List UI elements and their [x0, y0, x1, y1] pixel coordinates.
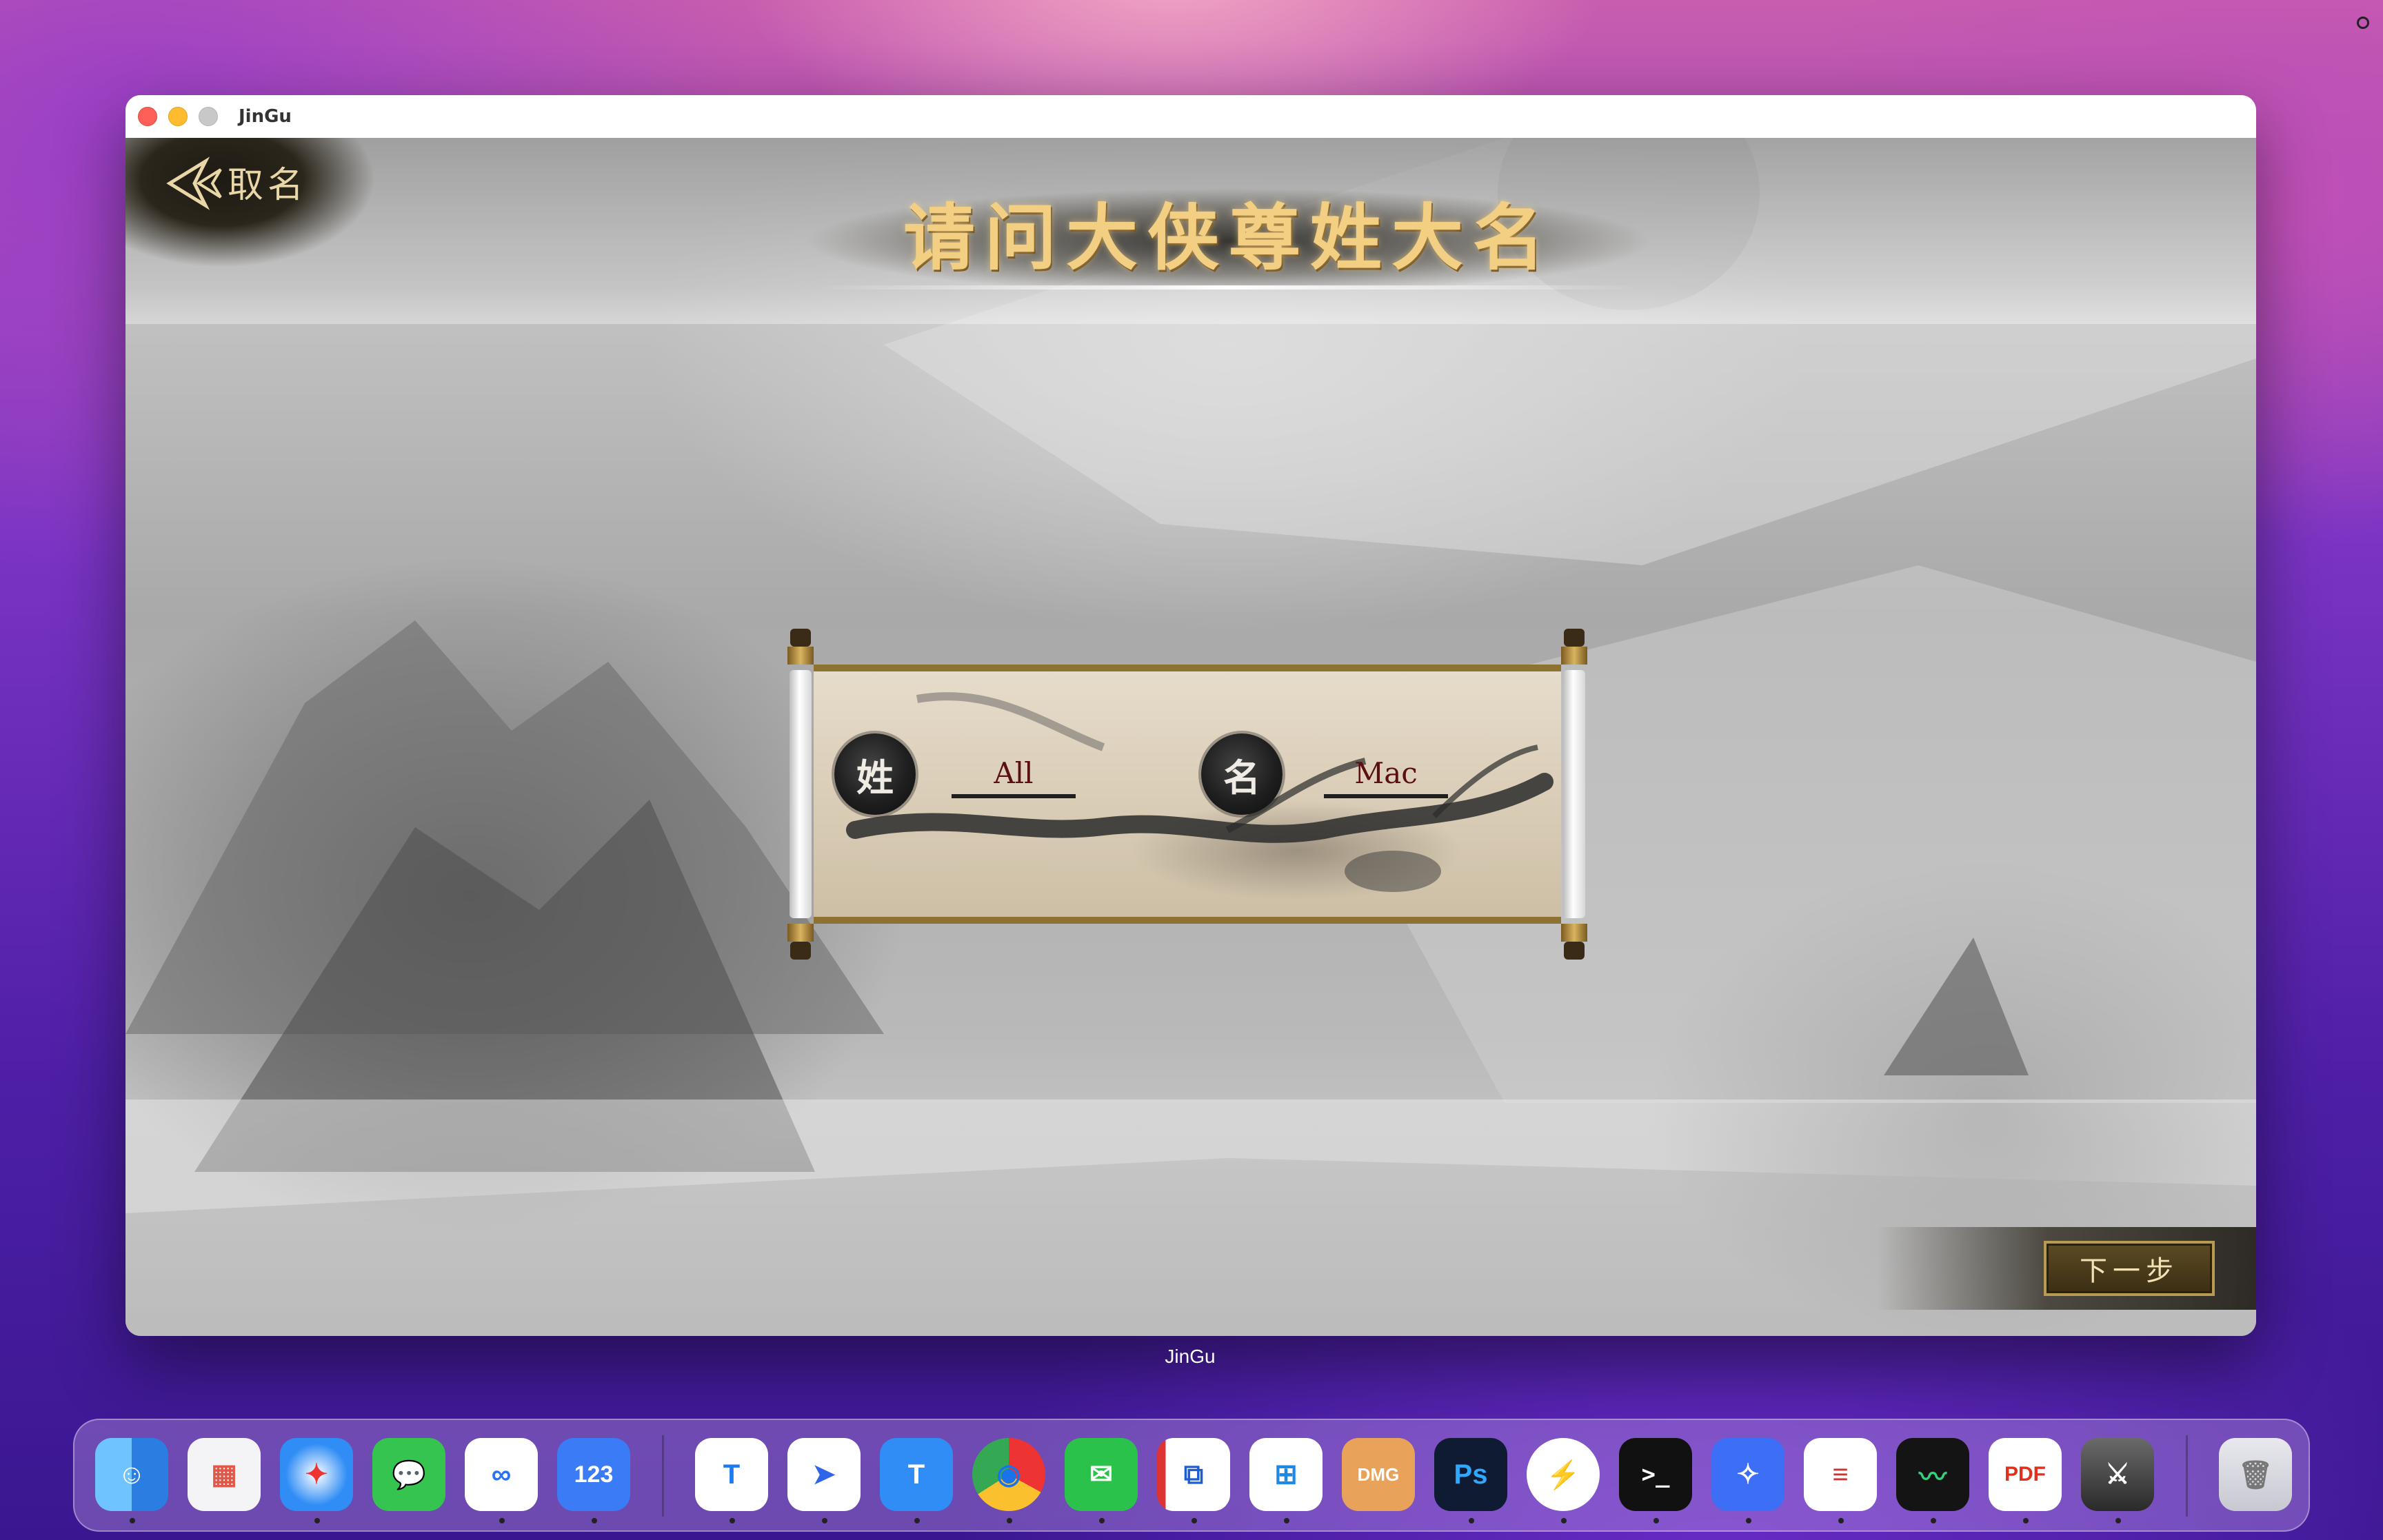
name-scroll: 姓 All 名 Mac: [787, 629, 1587, 960]
back-label: 取名: [228, 165, 308, 206]
app-blue-arrow-icon[interactable]: ➤: [787, 1438, 861, 1511]
scroll-roller-left: [787, 629, 814, 960]
zoom-window-button[interactable]: [199, 107, 218, 126]
wechat-icon[interactable]: ✉: [1065, 1438, 1138, 1511]
surname-input[interactable]: All: [952, 753, 1076, 798]
close-window-button[interactable]: [138, 107, 157, 126]
title-bar: JinGu: [125, 95, 2256, 139]
launchpad-icon[interactable]: ▦: [188, 1438, 261, 1511]
parallels-icon[interactable]: ⧉: [1157, 1438, 1230, 1511]
surname-seal: 姓: [834, 733, 916, 815]
given-name-input[interactable]: Mac: [1324, 753, 1448, 798]
back-arrow-icon: [166, 156, 222, 210]
notes-icon[interactable]: ≡: [1804, 1438, 1877, 1511]
jingu-game-icon[interactable]: ⚔: [2081, 1438, 2154, 1511]
baidu-netdisk-icon[interactable]: ∞: [465, 1438, 538, 1511]
windows-app-icon[interactable]: ⊞: [1249, 1438, 1323, 1511]
messages-icon[interactable]: 💬: [372, 1438, 445, 1511]
finder-icon[interactable]: ☺: [95, 1438, 168, 1511]
dock: ☺ ▦ ✦ 💬 ∞ 123 T ➤ T ◉ ✉ ⧉ ⊞ DMG Ps ⚡ >_ …: [73, 1419, 2310, 1532]
app-blue-t-icon[interactable]: T: [695, 1438, 768, 1511]
status-indicator-icon: [2357, 17, 2369, 29]
speedtest-icon[interactable]: ⚡: [1527, 1438, 1600, 1511]
traffic-lights: [138, 107, 218, 126]
app-star-icon[interactable]: ✧: [1711, 1438, 1784, 1511]
photoshop-icon[interactable]: Ps: [1434, 1438, 1507, 1511]
ink-branch-illustration: [846, 692, 1554, 892]
title-divider: [815, 285, 1642, 290]
dock-separator-right: [2186, 1435, 2188, 1517]
app-t-icon[interactable]: T: [880, 1438, 953, 1511]
trash-icon[interactable]: 🗑: [2219, 1438, 2292, 1511]
title-banner: 请问大侠尊姓大名: [746, 186, 1711, 290]
game-scene: 取名 请问大侠尊姓大名 姓 All 名 Mac 下一步: [125, 138, 2256, 1336]
window-title: JinGu: [239, 106, 292, 127]
dmg-canvas-icon[interactable]: DMG: [1342, 1438, 1415, 1511]
terminal-icon[interactable]: >_: [1619, 1438, 1692, 1511]
back-button[interactable]: 取名: [125, 138, 429, 276]
chrome-icon[interactable]: ◉: [972, 1438, 1045, 1511]
page-title: 请问大侠尊姓大名: [903, 195, 1554, 280]
minimize-window-button[interactable]: [168, 107, 188, 126]
scroll-paper: 姓 All 名 Mac: [814, 665, 1561, 924]
dock-hover-tooltip: JinGu: [1165, 1346, 1216, 1367]
123-pan-icon[interactable]: 123: [557, 1438, 630, 1511]
next-step-button[interactable]: 下一步: [2044, 1241, 2215, 1296]
pdf-expert-icon[interactable]: PDF: [1989, 1438, 2062, 1511]
given-name-seal: 名: [1201, 733, 1283, 815]
app-window: JinGu 取名 请问大侠尊姓大名 姓 All 名 Mac 下一步: [125, 95, 2256, 1336]
activity-monitor-icon[interactable]: 〰: [1896, 1438, 1969, 1511]
dock-separator: [662, 1435, 664, 1517]
scroll-roller-right: [1561, 629, 1587, 960]
safari-icon[interactable]: ✦: [280, 1438, 353, 1511]
